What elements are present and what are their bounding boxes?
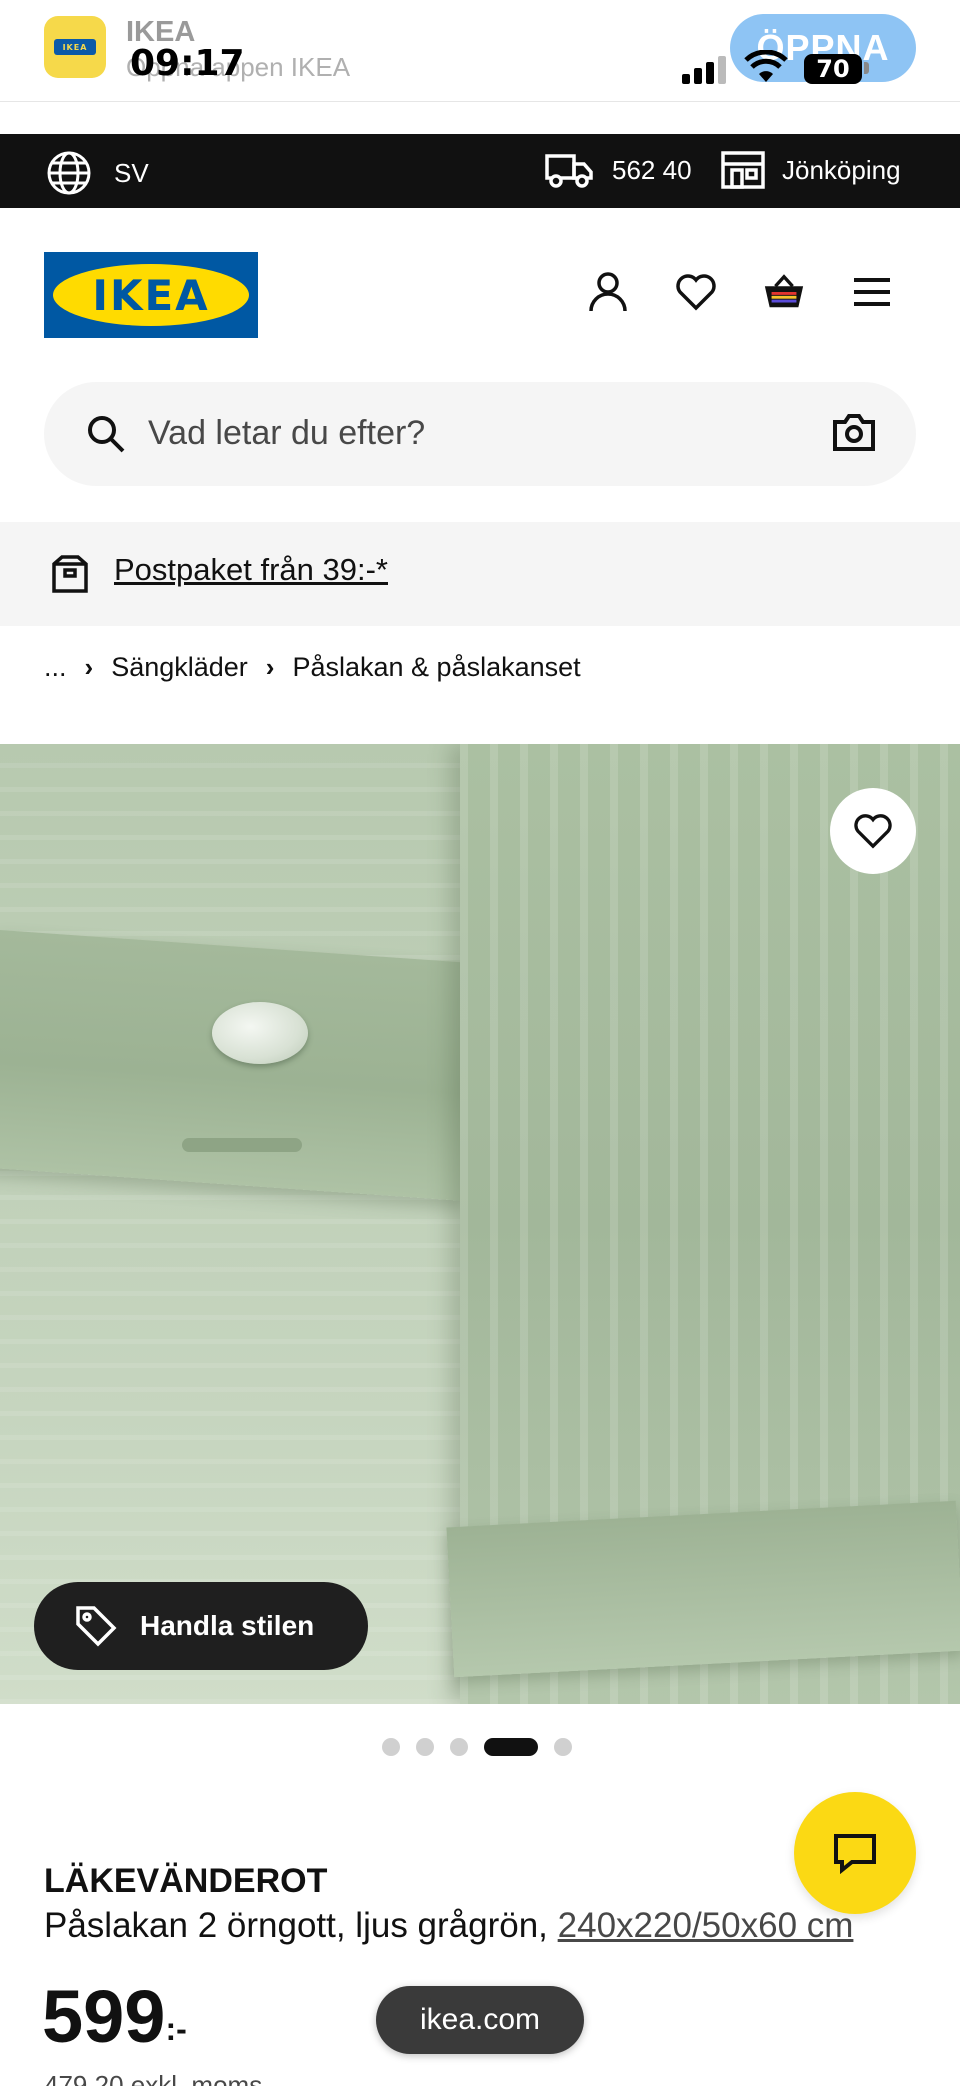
- app-icon-text: IKEA: [62, 42, 88, 52]
- image-pagination: [382, 1738, 572, 1756]
- tag-icon: [76, 1606, 117, 1647]
- header-actions: [586, 270, 894, 314]
- pagination-dot[interactable]: [382, 1738, 400, 1756]
- language-label: SV: [114, 157, 149, 188]
- breadcrumb-item[interactable]: Påslakan & påslakanset: [292, 652, 580, 683]
- smart-app-banner: IKEA IKEA Öppna appen IKEA 09:17 ÖPPNA 7…: [0, 0, 960, 102]
- cart-icon[interactable]: [762, 270, 806, 314]
- parcel-icon: [52, 555, 88, 593]
- battery-icon: 70: [804, 54, 862, 84]
- product-type: Påslakan 2 örngott, ljus grågrön,: [44, 1906, 548, 1945]
- truck-icon: [545, 154, 593, 188]
- status-time: 09:17: [130, 43, 245, 84]
- pagination-dot-active[interactable]: [484, 1738, 538, 1756]
- browser-url-pill[interactable]: ikea.com: [376, 1986, 584, 2054]
- price-ex-vat: 479,20 exkl. moms: [44, 2070, 263, 2086]
- battery-cap: [864, 62, 869, 74]
- breadcrumb-item[interactable]: Sängkläder: [111, 652, 248, 683]
- account-icon[interactable]: [586, 270, 630, 314]
- store-icon: [721, 151, 765, 189]
- add-to-favourites-button[interactable]: [830, 788, 916, 874]
- camera-search-icon[interactable]: [832, 412, 876, 452]
- store-selector[interactable]: Jönköping: [720, 150, 901, 190]
- image-fold-left: [0, 744, 478, 1704]
- breadcrumb-item[interactable]: ...: [44, 652, 67, 683]
- top-info-bar: SV 562 40 Jönköping: [0, 134, 960, 208]
- store-label: Jönköping: [782, 154, 901, 185]
- pagination-dot[interactable]: [554, 1738, 572, 1756]
- shipping-link[interactable]: Postpaket från 39:-*: [114, 552, 388, 588]
- chevron-right-icon: ›: [84, 652, 94, 682]
- price-suffix: :-: [165, 2011, 187, 2047]
- chat-button[interactable]: [794, 1792, 916, 1914]
- wifi-icon: [744, 50, 788, 82]
- ikea-logo[interactable]: IKEA: [44, 252, 258, 338]
- favourites-icon[interactable]: [674, 270, 718, 314]
- breadcrumb: ... › Sängkläder › Påslakan & påslakanse…: [44, 652, 581, 683]
- image-duvet-band: [0, 930, 481, 1202]
- signal-icon: [682, 56, 726, 84]
- menu-icon[interactable]: [850, 270, 894, 314]
- shop-the-look-button[interactable]: Handla stilen: [34, 1582, 368, 1670]
- shipping-banner: Postpaket från 39:-*: [0, 522, 960, 626]
- ikea-app-icon[interactable]: IKEA: [44, 16, 106, 78]
- heart-icon: [854, 814, 892, 849]
- product-image[interactable]: [0, 744, 960, 1704]
- product-name: LÄKEVÄNDEROT: [44, 1862, 328, 1900]
- pagination-dot[interactable]: [450, 1738, 468, 1756]
- product-price: 599 :-: [42, 1980, 187, 2054]
- image-buttonhole: [182, 1138, 302, 1152]
- image-duvet-button: [212, 1002, 308, 1064]
- language-selector[interactable]: SV: [46, 150, 149, 196]
- chevron-right-icon: ›: [265, 652, 275, 682]
- shop-the-look-label: Handla stilen: [140, 1610, 315, 1641]
- logo-text: IKEA: [92, 270, 210, 320]
- pagination-dot[interactable]: [416, 1738, 434, 1756]
- postcode-label: 562 40: [612, 154, 692, 185]
- search-icon: [88, 416, 125, 453]
- product-description: Påslakan 2 örngott, ljus grågrön, 240x22…: [44, 1906, 853, 1946]
- search-bar[interactable]: Vad letar du efter?: [44, 382, 916, 486]
- image-cuff: [446, 1500, 960, 1678]
- chat-icon: [834, 1834, 876, 1874]
- globe-icon: [47, 151, 91, 195]
- search-input[interactable]: Vad letar du efter?: [148, 414, 425, 453]
- price-value: 599: [42, 1975, 166, 2058]
- product-size-link[interactable]: 240x220/50x60 cm: [558, 1906, 854, 1945]
- delivery-postcode[interactable]: 562 40: [544, 150, 692, 190]
